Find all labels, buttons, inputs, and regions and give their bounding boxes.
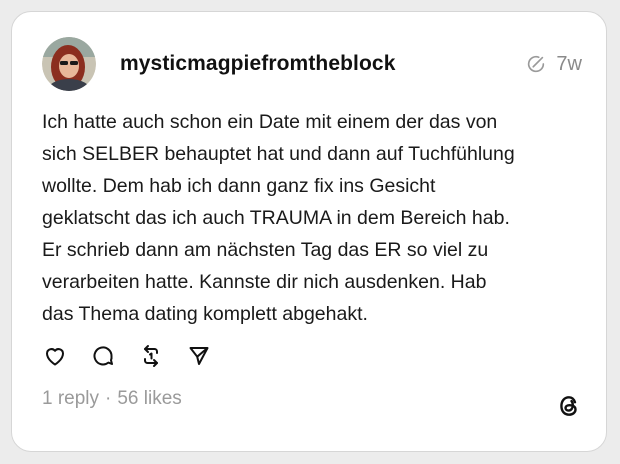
stats-separator: · <box>105 388 112 409</box>
repost-icon <box>144 345 158 367</box>
post-card: mysticmagpiefromtheblock 7w Ich hatte au… <box>11 11 607 452</box>
edit-circle-icon <box>525 53 547 75</box>
post-stats: 1 reply · 56 likes <box>42 388 182 410</box>
repost-button[interactable] <box>138 343 164 369</box>
username[interactable]: mysticmagpiefromtheblock <box>120 52 395 76</box>
reply-button[interactable] <box>90 343 116 369</box>
post-meta: 7w <box>525 53 582 76</box>
share-button[interactable] <box>186 343 212 369</box>
threads-logo-icon[interactable] <box>556 393 582 419</box>
heart-icon <box>46 348 64 366</box>
like-button[interactable] <box>42 343 68 369</box>
like-count[interactable]: 56 likes <box>117 388 181 410</box>
post-time: 7w <box>556 52 582 75</box>
post-actions <box>42 343 234 369</box>
send-icon <box>189 347 209 365</box>
post-text: Ich hatte auch schon ein Date mit einem … <box>42 111 515 325</box>
post-header: mysticmagpiefromtheblock 7w <box>42 37 582 91</box>
reply-count[interactable]: 1 reply <box>42 388 99 410</box>
avatar[interactable] <box>42 37 96 91</box>
comment-icon <box>93 346 113 366</box>
